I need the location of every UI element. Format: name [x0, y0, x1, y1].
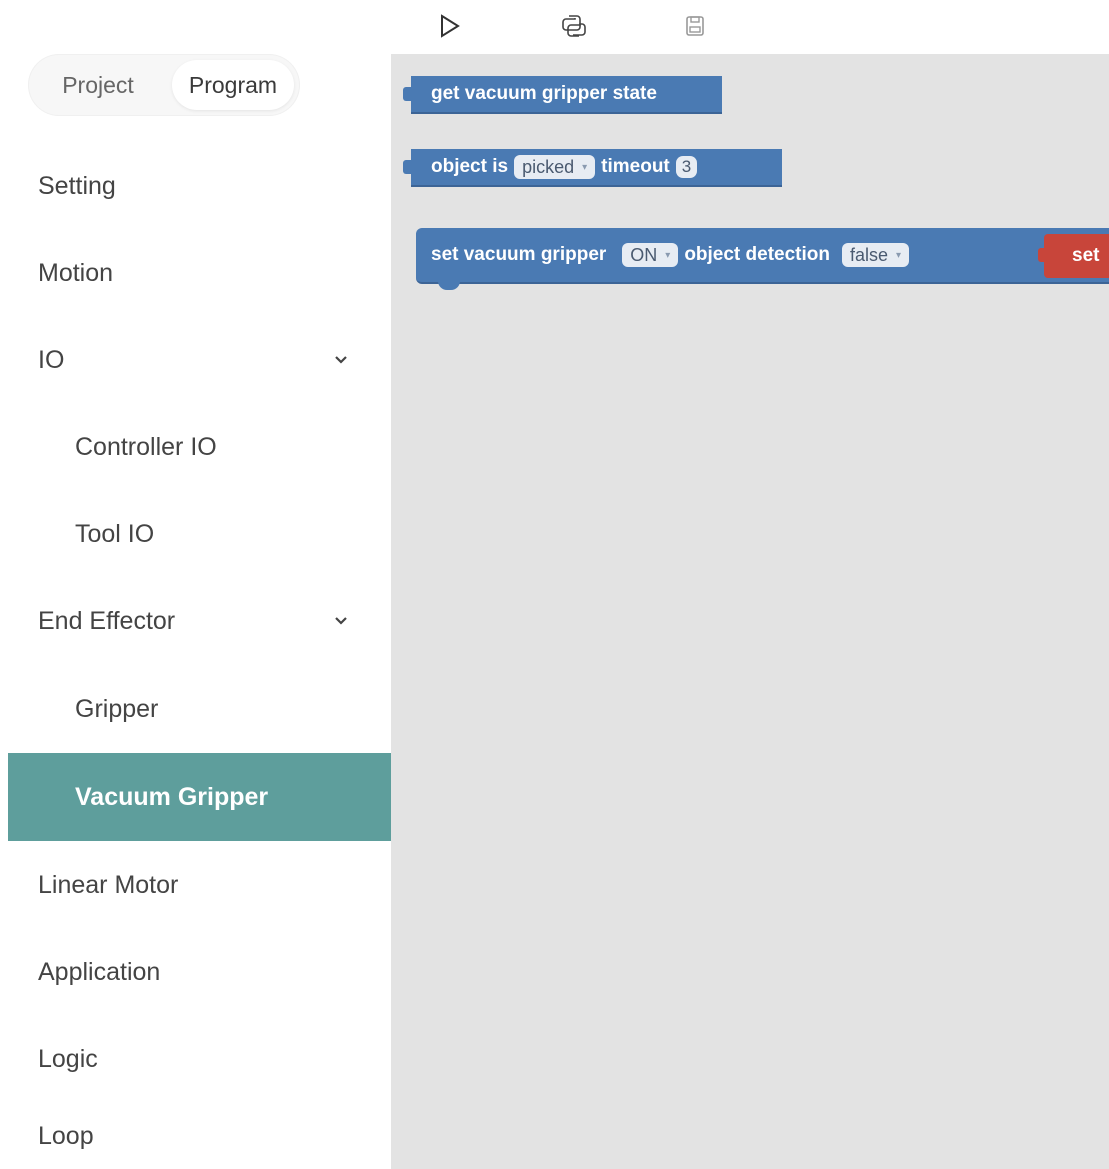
dropdown-value: ON [630, 244, 658, 265]
sidebar-item-label: Motion [38, 258, 114, 287]
block-object-is[interactable]: object is picked ▾ timeout 3 [403, 149, 782, 187]
block-text: get vacuum gripper state [431, 83, 657, 104]
sidebar-item-label: Loop [38, 1121, 94, 1150]
python-icon[interactable] [560, 12, 588, 40]
dropdown-arrow-icon: ▾ [665, 249, 671, 261]
sidebar-item-vacuum-gripper[interactable]: Vacuum Gripper [8, 753, 391, 841]
sidebar-item-io[interactable]: IO [8, 317, 391, 403]
timeout-input[interactable]: 3 [675, 156, 698, 178]
block-text: set [1072, 245, 1100, 266]
output-connector [403, 87, 413, 101]
save-icon[interactable] [681, 12, 709, 40]
mode-toggle: Project Program [28, 54, 300, 116]
block-text: object is [431, 156, 509, 177]
dropdown-arrow-icon: ▾ [896, 249, 902, 261]
block-get-vacuum-gripper-state[interactable]: get vacuum gripper state [403, 76, 722, 114]
output-connector [1038, 248, 1048, 262]
dropdown-value: false [850, 244, 889, 265]
block-text: object detection [684, 244, 830, 265]
sidebar-item-label: End Effector [38, 606, 176, 635]
object-state-dropdown[interactable]: picked ▾ [514, 155, 596, 179]
sidebar-item-label: Linear Motor [38, 870, 179, 899]
tab-project[interactable]: Project [34, 60, 162, 110]
block-set-vacuum-gripper[interactable]: set vacuum gripper ON ▾ object detection… [416, 228, 1109, 290]
toolbar [391, 0, 1109, 54]
sidebar-item-loop[interactable]: Loop [8, 1103, 391, 1169]
dropdown-arrow-icon: ▾ [582, 161, 588, 173]
sidebar-item-label: Controller IO [75, 432, 217, 461]
sidebar-item-label: Application [38, 957, 161, 986]
object-detection-dropdown[interactable]: false ▾ [842, 243, 910, 267]
play-icon[interactable] [436, 12, 464, 40]
next-connector [438, 281, 460, 290]
sidebar-item-label: Setting [38, 171, 116, 200]
sidebar-item-controller-io[interactable]: Controller IO [8, 404, 391, 490]
sidebar-item-end-effector[interactable]: End Effector [8, 578, 391, 664]
tab-program[interactable]: Program [172, 60, 294, 110]
chevron-down-icon[interactable] [334, 353, 348, 367]
sidebar-item-motion[interactable]: Motion [8, 230, 391, 316]
output-connector [403, 160, 413, 174]
sidebar-item-label: Tool IO [75, 519, 155, 548]
sidebar-item-label: Logic [38, 1044, 98, 1073]
block-set[interactable]: set [1038, 234, 1109, 278]
sidebar-item-label: IO [38, 345, 65, 374]
gripper-state-dropdown[interactable]: ON ▾ [622, 243, 679, 267]
sidebar-item-tool-io[interactable]: Tool IO [8, 491, 391, 577]
sidebar-item-logic[interactable]: Logic [8, 1016, 391, 1102]
blockly-workspace[interactable]: get vacuum gripper state object is picke… [391, 54, 1109, 1169]
dropdown-value: picked [522, 156, 575, 177]
sidebar-item-application[interactable]: Application [8, 929, 391, 1015]
chevron-down-icon[interactable] [334, 614, 348, 628]
sidebar-item-linear-motor[interactable]: Linear Motor [8, 842, 391, 928]
sidebar-item-gripper[interactable]: Gripper [8, 666, 391, 752]
sidebar-item-setting[interactable]: Setting [8, 143, 391, 229]
block-text: timeout [601, 156, 670, 177]
sidebar: Project Program Setting Motion IO Contro… [0, 0, 391, 1169]
block-text: set vacuum gripper [431, 244, 607, 265]
sidebar-item-label: Vacuum Gripper [75, 782, 269, 811]
sidebar-item-label: Gripper [75, 694, 159, 723]
